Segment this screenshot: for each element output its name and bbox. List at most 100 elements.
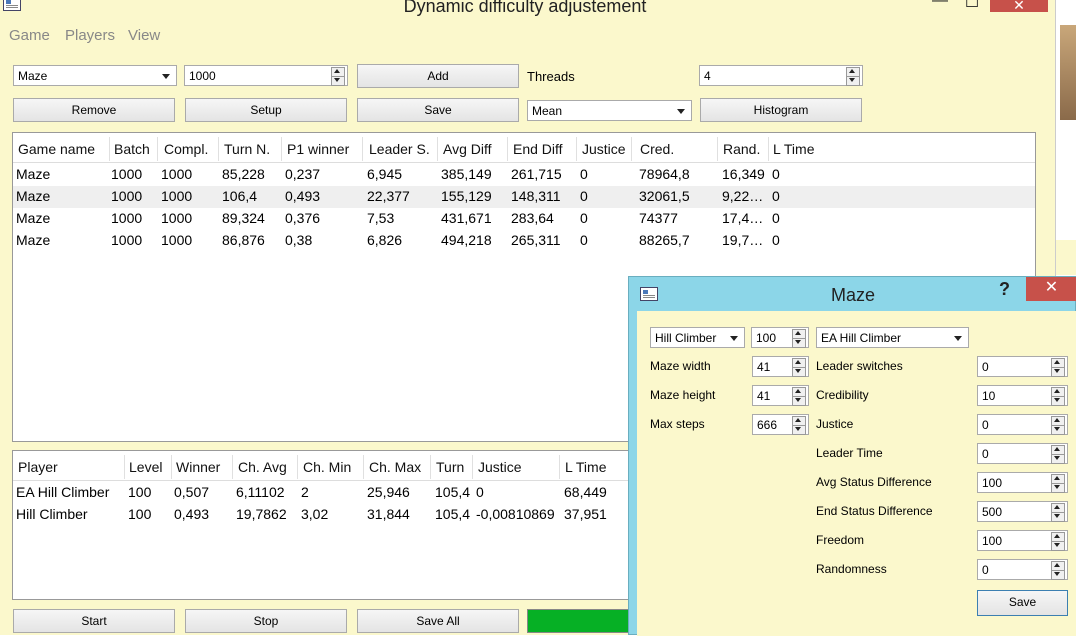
player2-select[interactable]: EA Hill Climber [816,327,969,348]
menu-game[interactable]: Game [9,27,50,44]
column-header[interactable]: Turn N. [224,141,270,157]
setup-button[interactable]: Setup [185,98,347,122]
spin-down-icon[interactable] [1051,570,1065,580]
minimize-button[interactable]: — [928,0,952,10]
background-panel [1056,240,1076,275]
table-row[interactable]: Maze 1000 1000 106,4 0,493 22,377 155,129 148,3… [13,186,1035,208]
stop-button[interactable]: Stop [185,609,347,633]
remove-button[interactable]: Remove [13,98,175,122]
column-header[interactable]: Ch. Avg [238,459,287,475]
table-cell: 37,951 [564,506,607,522]
table-cell: 261,715 [511,166,562,182]
column-header[interactable]: Justice [582,141,626,157]
batch-spinbox[interactable]: 1000 [184,65,348,86]
dialog-save-button[interactable]: Save [977,590,1068,616]
field-spinbox[interactable]: 0 [977,414,1068,435]
spin-down-icon[interactable] [1051,454,1065,464]
column-header[interactable]: Ch. Min [303,459,351,475]
start-button[interactable]: Start [13,609,175,633]
field-spinbox[interactable]: 500 [977,501,1068,522]
spin-down-icon[interactable] [1051,367,1065,377]
table-row[interactable]: Maze 1000 1000 85,228 0,237 6,945 385,149 261,7… [13,164,1035,186]
column-header[interactable]: Game name [18,141,95,157]
field-spinbox[interactable]: 0 [977,559,1068,580]
player1-select[interactable]: Hill Climber [650,327,745,348]
spin-down-icon[interactable] [1051,512,1065,522]
metric-select[interactable]: Mean [527,100,692,121]
spin-down-icon[interactable] [1051,425,1065,435]
chevron-down-icon [162,74,170,79]
column-header[interactable]: Cred. [640,141,674,157]
column-header[interactable]: Compl. [164,141,208,157]
table-cell: 19,7862 [236,506,287,522]
column-header[interactable]: Rand. [723,141,760,157]
player2-value: EA Hill Climber [821,331,902,345]
table-cell: 9,22… [722,188,764,204]
menu-players[interactable]: Players [65,27,115,44]
field-spinbox[interactable]: 666 [752,414,809,435]
chevron-down-icon [677,109,685,114]
dialog-close-button[interactable]: ✕ [1026,277,1076,301]
column-header[interactable]: Winner [176,459,220,475]
column-header[interactable]: Leader S. [369,141,430,157]
help-button[interactable]: ? [999,279,1010,300]
field-spinbox[interactable]: 41 [752,356,809,377]
spin-down-icon[interactable] [792,396,806,406]
field-label: Leader switches [816,359,903,373]
field-spinbox[interactable]: 10 [977,385,1068,406]
chevron-down-icon [954,336,962,341]
column-header[interactable]: L Time [773,141,815,157]
table-cell: 6,945 [367,166,403,182]
threads-spinbox[interactable]: 4 [699,65,863,86]
field-spinbox[interactable]: 41 [752,385,809,406]
add-button[interactable]: Add [357,64,519,88]
table-cell: 100 [128,506,152,522]
spin-down-icon[interactable] [792,338,806,348]
column-header[interactable]: L Time [565,459,607,475]
level-spinbox[interactable]: 100 [751,327,809,348]
table-row[interactable]: Maze 1000 1000 89,324 0,376 7,53 431,671 283,64… [13,208,1035,230]
threads-label: Threads [527,69,575,84]
column-header[interactable]: Avg Diff [443,141,492,157]
table-cell: 16,349 [722,166,765,182]
field-spinbox[interactable]: 100 [977,472,1068,493]
game-select-value: Maze [18,69,48,83]
column-header[interactable]: Turn [436,459,464,475]
threads-value: 4 [704,69,711,83]
table-cell: 0,493 [174,506,210,522]
field-label: Maze width [650,359,711,373]
spin-down-icon[interactable] [1051,396,1065,406]
spin-down-icon[interactable] [792,367,806,377]
column-header[interactable]: Justice [478,459,522,475]
close-button[interactable]: ✕ [990,0,1048,12]
field-spinbox[interactable]: 0 [977,443,1068,464]
spin-down-icon[interactable] [1051,541,1065,551]
column-header[interactable]: Player [18,459,58,475]
maximize-button[interactable]: ☐ [962,0,982,12]
table-cell: 0 [580,166,588,182]
table-cell: 0,493 [285,188,321,204]
table-cell: 88265,7 [639,232,690,248]
table-cell: Hill Climber [16,506,88,522]
table-cell: 0 [476,484,484,500]
column-header[interactable]: Ch. Max [369,459,421,475]
column-header[interactable]: P1 winner [287,141,349,157]
table-cell: 89,324 [222,210,265,226]
field-spinbox[interactable]: 100 [977,530,1068,551]
spin-down-icon[interactable] [331,76,345,86]
spin-down-icon[interactable] [846,76,860,86]
field-spinbox[interactable]: 0 [977,356,1068,377]
column-header[interactable]: End Diff [513,141,563,157]
column-header[interactable]: Batch [114,141,150,157]
column-header[interactable]: Level [129,459,162,475]
table-row[interactable]: Maze 1000 1000 86,876 0,38 6,826 494,218 265,31… [13,230,1035,252]
field-value: 500 [982,505,1003,519]
histogram-button[interactable]: Histogram [700,98,862,122]
menu-view[interactable]: View [128,27,160,44]
save-button[interactable]: Save [357,98,519,122]
game-select[interactable]: Maze [13,65,177,86]
spin-down-icon[interactable] [792,425,806,435]
window-title: Dynamic difficulty adjustement [403,0,647,16]
spin-down-icon[interactable] [1051,483,1065,493]
save-all-button[interactable]: Save All [357,609,519,633]
